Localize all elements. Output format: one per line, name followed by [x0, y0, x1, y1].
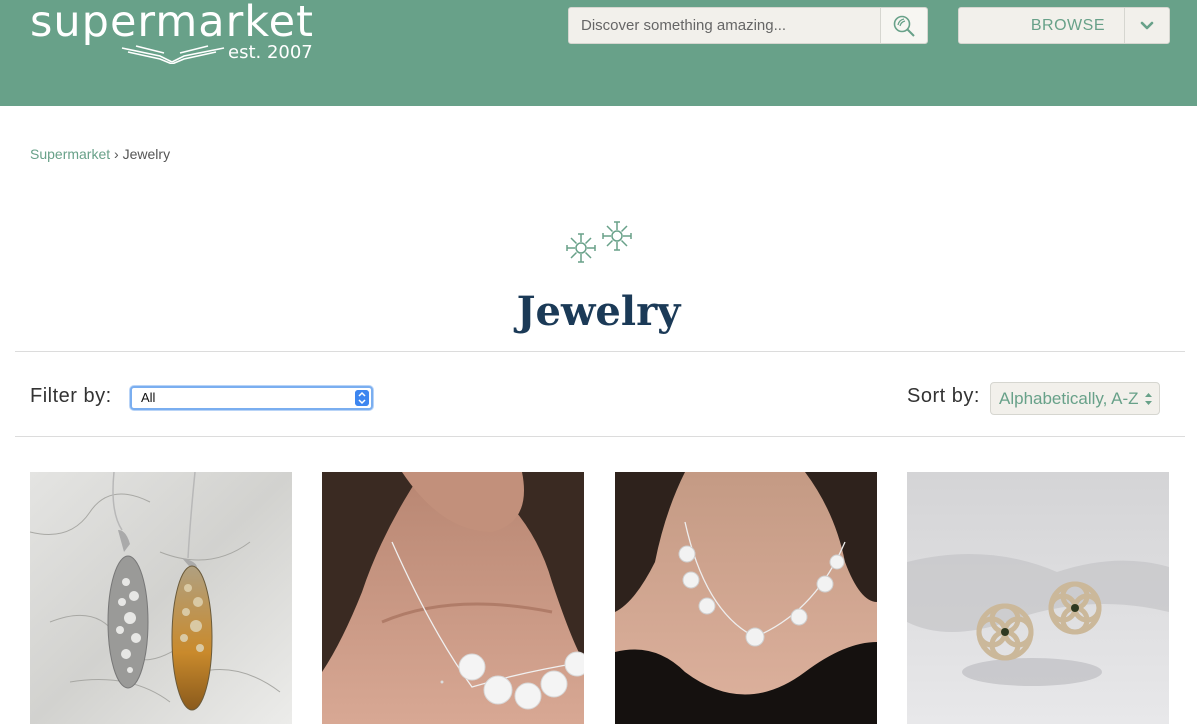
product-image [907, 472, 1169, 724]
logo-established: est. 2007 [228, 42, 313, 63]
product-image [615, 472, 877, 724]
search-input[interactable] [569, 8, 880, 43]
site-header: supermarket est. 2007 BROWSE [0, 0, 1197, 106]
flower-ornament-icon [566, 221, 632, 263]
divider-top [15, 351, 1185, 352]
breadcrumb-current: Jewelry [122, 146, 171, 162]
select-arrows-icon [355, 390, 369, 406]
search-icon [893, 15, 915, 37]
browse-menu[interactable]: BROWSE [958, 7, 1170, 44]
search-bar [568, 7, 928, 44]
divider-bottom [15, 436, 1185, 437]
sort-label: Sort by: [907, 385, 980, 407]
select-arrows-icon [1145, 393, 1152, 405]
search-button[interactable] [880, 8, 927, 43]
product-card[interactable] [30, 472, 292, 724]
sort-select[interactable]: Alphabetically, A-Z [990, 382, 1160, 415]
logo-wordmark: supermarket [30, 0, 314, 47]
page-title: Jewelry [516, 288, 681, 335]
breadcrumb-separator: › [114, 146, 119, 162]
filter-select[interactable]: All [130, 386, 373, 410]
product-card[interactable] [907, 472, 1169, 724]
sort-selected-value: Alphabetically, A-Z [999, 389, 1139, 408]
product-card[interactable] [615, 472, 877, 724]
browse-label: BROWSE [1030, 17, 1105, 34]
chevron-down-icon [1140, 21, 1154, 29]
product-image [322, 472, 584, 724]
product-card[interactable] [322, 472, 584, 724]
breadcrumb: Supermarket › Jewelry [30, 145, 170, 163]
filter-selected-value: All [141, 390, 156, 405]
browse-dropdown-toggle[interactable] [1124, 8, 1169, 43]
site-logo[interactable]: supermarket est. 2007 [30, 0, 320, 68]
product-image [30, 472, 292, 724]
logo-wings-icon [121, 45, 225, 64]
filter-label: Filter by: [30, 385, 112, 407]
breadcrumb-home-link[interactable]: Supermarket [30, 146, 110, 162]
